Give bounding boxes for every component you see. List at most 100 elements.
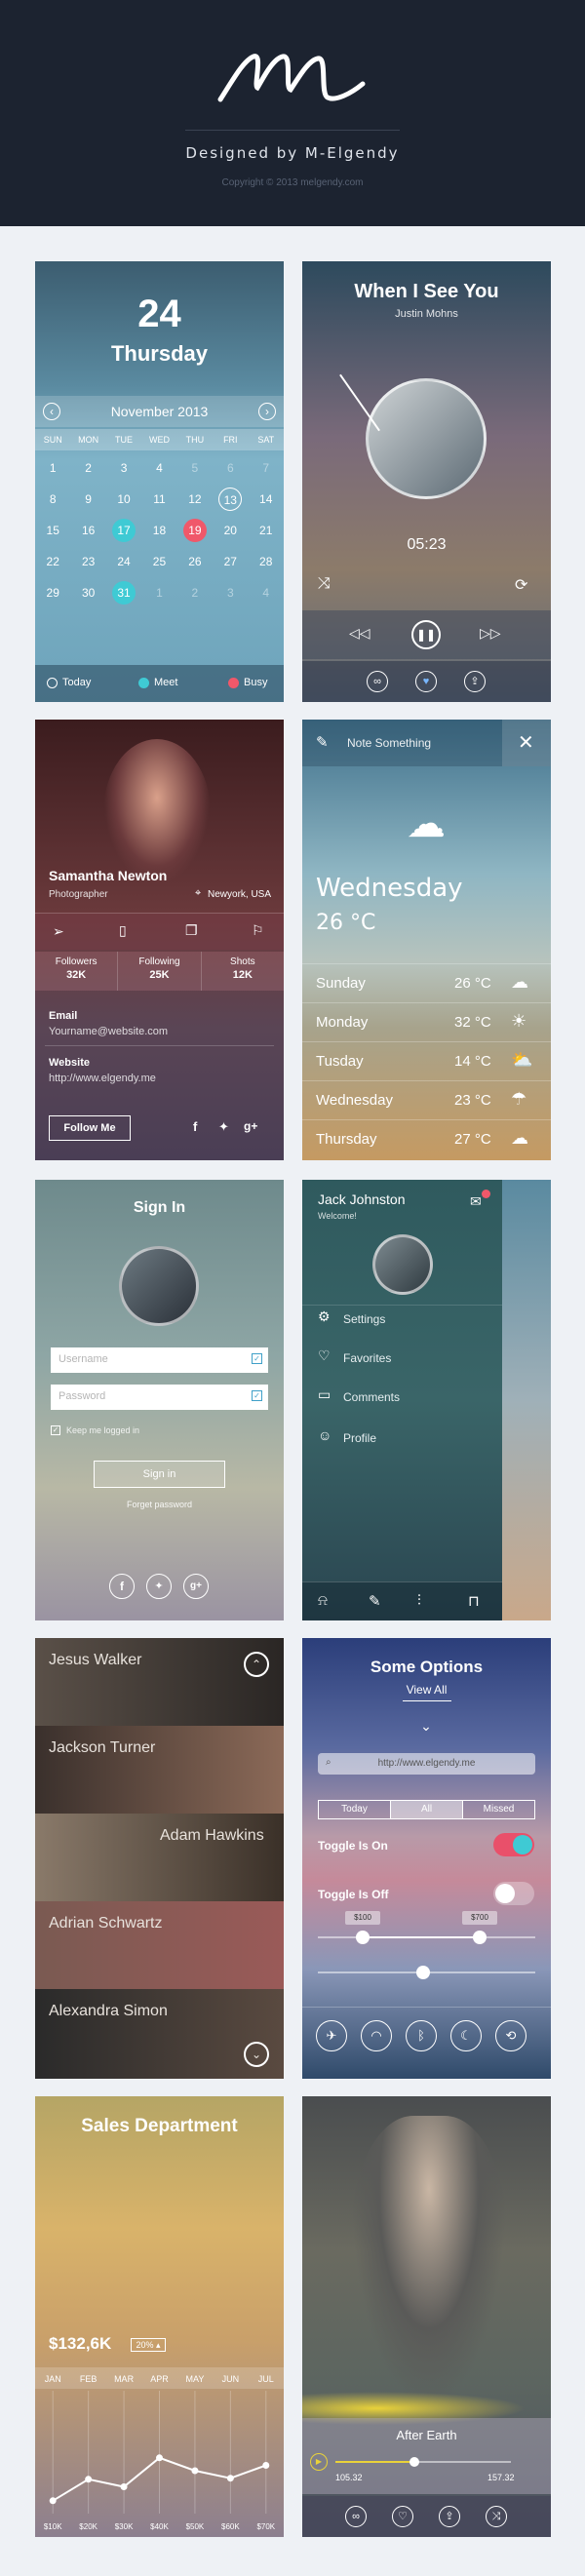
calendar-day-cell[interactable]: 7	[249, 456, 284, 480]
calendar-day-cell[interactable]: 30	[70, 581, 105, 605]
list-item[interactable]: Jesus Walker ⌃	[35, 1638, 284, 1726]
note-label[interactable]: Note Something	[347, 736, 431, 750]
follow-button[interactable]: Follow Me	[49, 1115, 131, 1141]
sliders-icon[interactable]: ⫶	[417, 1592, 421, 1609]
chevron-up-icon[interactable]: ⌃	[244, 1652, 269, 1677]
list-item[interactable]: Adam Hawkins	[35, 1814, 284, 1901]
calendar-day-cell[interactable]: 12	[177, 488, 213, 511]
lock-icon[interactable]: ⊓	[468, 1592, 480, 1610]
flag-icon[interactable]: ⚐	[252, 922, 264, 939]
edit-icon[interactable]: ✎	[316, 733, 329, 751]
calendar-day-cell[interactable]: 19	[177, 519, 213, 542]
forward-icon[interactable]: ▷▷	[480, 625, 501, 642]
menu-item-favorites[interactable]: Favorites	[343, 1351, 391, 1365]
range-max-handle[interactable]	[473, 1931, 487, 1944]
toggle-on[interactable]	[493, 1833, 534, 1856]
shuffle-icon[interactable]: ⤨	[486, 2506, 507, 2527]
close-icon[interactable]: ✕	[518, 730, 534, 755]
menu-item-profile[interactable]: Profile	[343, 1431, 376, 1445]
calendar-day-cell[interactable]: 31	[106, 581, 141, 605]
progress-handle[interactable]	[410, 2457, 419, 2467]
calendar-day-cell[interactable]: 27	[213, 550, 248, 573]
prev-month-icon[interactable]: ‹	[43, 403, 60, 420]
close-area[interactable]: ✕	[502, 720, 551, 766]
toggle-off[interactable]	[493, 1882, 534, 1905]
list-item[interactable]: Jackson Turner	[35, 1726, 284, 1814]
calendar-day-cell[interactable]: 3	[213, 581, 248, 605]
calendar-day-cell[interactable]: 23	[70, 550, 105, 573]
calendar-day-cell[interactable]: 26	[177, 550, 213, 573]
calendar-day-cell[interactable]: 5	[177, 456, 213, 480]
twitter-icon[interactable]: ✦	[218, 1119, 229, 1135]
phone-icon[interactable]: ▯	[119, 922, 127, 939]
rewind-icon[interactable]: ◁◁	[349, 625, 370, 642]
calendar-day-cell[interactable]: 20	[213, 519, 248, 542]
forgot-password-link[interactable]: Forget password	[35, 1500, 284, 1509]
calendar-day-cell[interactable]: 16	[70, 519, 105, 542]
bell-icon[interactable]: ⍾	[318, 1592, 328, 1609]
googleplus-icon[interactable]: g+	[244, 1119, 257, 1133]
username-field[interactable]: Username ✓	[51, 1347, 268, 1373]
calendar-day-cell[interactable]: 15	[35, 519, 70, 542]
calendar-day-cell[interactable]: 4	[249, 581, 284, 605]
calendar-day-cell[interactable]: 29	[35, 581, 70, 605]
wifi-icon[interactable]: ◠	[361, 2020, 392, 2051]
chevron-down-icon[interactable]: ⌄	[244, 2042, 269, 2067]
airplane-icon[interactable]: ✈	[316, 2020, 347, 2051]
calendar-day-cell[interactable]: 13	[213, 488, 248, 511]
signin-button[interactable]: Sign in	[94, 1461, 225, 1488]
calendar-day-cell[interactable]: 6	[213, 456, 248, 480]
calendar-day-cell[interactable]: 10	[106, 488, 141, 511]
calendar-day-cell[interactable]: 11	[141, 488, 176, 511]
data-point[interactable]	[49, 2497, 57, 2505]
next-month-icon[interactable]: ›	[258, 403, 276, 420]
calendar-day-cell[interactable]: 4	[141, 456, 176, 480]
send-icon[interactable]: ➢	[53, 923, 64, 940]
twitter-icon[interactable]: ✦	[146, 1574, 172, 1599]
play-icon[interactable]: ▶	[310, 2453, 328, 2471]
calendar-day-cell[interactable]: 3	[106, 456, 141, 480]
heart-icon[interactable]: ♥	[415, 671, 437, 692]
calendar-day-cell[interactable]: 22	[35, 550, 70, 573]
calendar-day-cell[interactable]: 9	[70, 488, 105, 511]
calendar-day-cell[interactable]: 18	[141, 519, 176, 542]
facebook-icon[interactable]: f	[193, 1119, 197, 1134]
data-point[interactable]	[156, 2454, 163, 2462]
pause-icon[interactable]: ❚❚	[411, 620, 441, 649]
bluetooth-icon[interactable]: ᛒ	[406, 2020, 437, 2051]
calendar-day-cell[interactable]: 25	[141, 550, 176, 573]
view-all-link[interactable]: View All	[302, 1683, 551, 1697]
shuffle-icon[interactable]: ⤨	[318, 575, 331, 593]
facebook-icon[interactable]: f	[109, 1574, 135, 1599]
url-field[interactable]: ⌕ http://www.elgendy.me	[318, 1753, 535, 1775]
link-icon[interactable]: ∞	[345, 2506, 367, 2527]
repeat-icon[interactable]: ⟳	[515, 575, 527, 595]
share-icon[interactable]: ⇪	[464, 671, 486, 692]
website-value[interactable]: http://www.elgendy.me	[49, 1073, 156, 1084]
calendar-day-cell[interactable]: 1	[35, 456, 70, 480]
password-field[interactable]: Password ✓	[51, 1385, 268, 1410]
edit-icon[interactable]: ✎	[369, 1592, 381, 1610]
calendar-day-cell[interactable]: 2	[177, 581, 213, 605]
calendar-day-cell[interactable]: 28	[249, 550, 284, 573]
calendar-day-cell[interactable]: 21	[249, 519, 284, 542]
data-point[interactable]	[120, 2483, 128, 2490]
data-point[interactable]	[191, 2467, 199, 2475]
email-value[interactable]: Yourname@website.com	[49, 1026, 168, 1037]
menu-item-settings[interactable]: Settings	[343, 1312, 385, 1326]
volume-handle[interactable]	[416, 1966, 430, 1979]
chat-icon[interactable]: ❐	[185, 922, 198, 939]
data-point[interactable]	[226, 2475, 234, 2482]
segment-all[interactable]: All	[390, 1801, 463, 1818]
heart-icon[interactable]: ♡	[392, 2506, 413, 2527]
calendar-day-cell[interactable]: 2	[70, 456, 105, 480]
calendar-day-cell[interactable]: 8	[35, 488, 70, 511]
range-min-handle[interactable]	[356, 1931, 370, 1944]
chevron-down-icon[interactable]: ⌄	[411, 1718, 441, 1735]
calendar-day-cell[interactable]: 17	[106, 519, 141, 542]
segment-today[interactable]: Today	[319, 1801, 390, 1818]
data-point[interactable]	[85, 2476, 93, 2483]
keep-logged-checkbox[interactable]: ✓	[51, 1425, 60, 1435]
rotation-lock-icon[interactable]: ⟲	[495, 2020, 526, 2051]
googleplus-icon[interactable]: g+	[183, 1574, 209, 1599]
